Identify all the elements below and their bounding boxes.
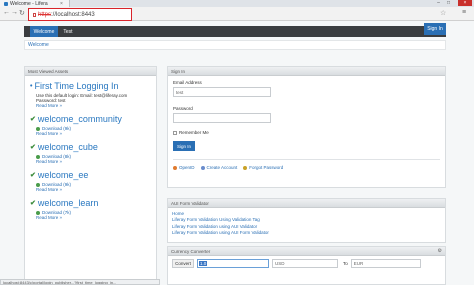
email-label: Email Address [173,80,202,85]
forward-icon[interactable]: → [11,9,18,16]
portlet-title: Sign In [168,67,445,76]
status-bar-url: localhost:8443/c/portal/login_publisher.… [0,279,160,285]
asset-item: ✔ welcome_community Download (9k) Read More… [30,114,151,136]
remember-me-checkbox[interactable] [173,130,177,135]
sign-in-button[interactable]: Sign In [424,23,446,35]
maximize-button[interactable]: □ [444,0,453,6]
amount-value: 1.0 [199,261,208,266]
remember-me-label: Remember Me [179,130,209,135]
asset-item: ✔ welcome_cube Download (8k) Read More » [30,142,151,164]
asset-title[interactable]: welcome_community [38,114,122,124]
bookmark-star-icon[interactable]: ☆ [440,9,446,17]
portlet-title: Most Viewed Assets [25,67,156,76]
asset-item: ✔ welcome_ee Download (9k) Read More » [30,170,151,192]
from-currency-select[interactable]: USD [272,259,338,268]
tab-title: Welcome - Lifera [10,0,48,7]
download-icon [36,126,40,131]
to-currency-select[interactable]: EUR [350,259,421,268]
convert-button[interactable]: Convert [172,259,194,268]
asset-title[interactable]: welcome_learn [38,198,99,208]
asset-item: ✔ welcome_learn Download (7k) Read More » [30,198,151,220]
nav-tab-test[interactable]: Test [58,26,78,37]
create-account-icon [200,165,205,170]
asset-title[interactable]: welcome_ee [38,170,89,180]
address-bar[interactable]: https ://localhost:8443 [28,8,132,21]
validator-link[interactable]: Liferay Form Validation using AUI Form V… [172,230,441,236]
browser-menu-icon[interactable]: ≡ [462,9,466,16]
check-icon: ✔ [30,200,36,207]
check-icon: ✔ [30,116,36,123]
read-more-link[interactable]: Read More » [36,215,151,220]
check-icon: ✔ [30,172,36,179]
browser-title-bar [0,0,474,7]
read-more-link[interactable]: Read More » [36,187,151,192]
form-validator-portlet: AUI Form Validator Home Liferay Form Val… [167,198,446,243]
reload-icon[interactable]: ↻ [19,9,25,17]
check-icon: ✔ [30,144,36,151]
create-account-link[interactable]: Create Account [207,165,238,170]
insecure-lock-icon [33,12,36,17]
asset-title[interactable]: welcome_cube [38,142,98,152]
download-icon [36,210,40,215]
minimize-button[interactable]: – [434,0,443,6]
download-icon [36,182,40,187]
password-field[interactable] [173,113,271,123]
sign-in-portlet: Sign In Email Address test Password Reme… [167,66,446,188]
read-more-link[interactable]: Read More » [36,131,151,136]
email-field[interactable]: test [173,87,271,97]
url-scheme: https [38,11,52,18]
gear-icon[interactable]: ⚙ [438,248,442,254]
asset-title[interactable]: First Time Logging In [34,81,118,91]
key-icon [243,165,248,170]
forgot-password-link[interactable]: Forgot Password [249,165,283,170]
openid-link[interactable]: OpenID [179,165,195,170]
document-icon: • [30,82,33,90]
sign-in-submit-button[interactable]: Sign In [173,141,195,151]
read-more-link[interactable]: Read More » [36,103,151,108]
portlet-title: AUI Form Validator [168,199,445,208]
download-icon [36,154,40,159]
amount-input[interactable]: 1.0 [197,259,269,268]
currency-converter-portlet: Currency Converter ⚙ Convert 1.0 USD To … [167,246,446,285]
breadcrumb[interactable]: Welcome [24,40,446,50]
read-more-link[interactable]: Read More » [36,159,151,164]
back-icon[interactable]: ← [3,9,10,16]
password-label: Password [173,106,193,111]
url-host: ://localhost:8443 [51,11,95,18]
to-label: To [343,261,348,266]
openid-icon [173,165,177,170]
favicon-icon [4,1,8,6]
nav-tab-welcome[interactable]: Welcome [30,26,58,37]
dockbar [24,26,446,37]
window-close-button[interactable]: × [458,0,472,6]
portlet-title: Currency Converter [171,248,211,254]
most-viewed-assets-portlet: Most Viewed Assets • First Time Logging … [24,66,157,285]
